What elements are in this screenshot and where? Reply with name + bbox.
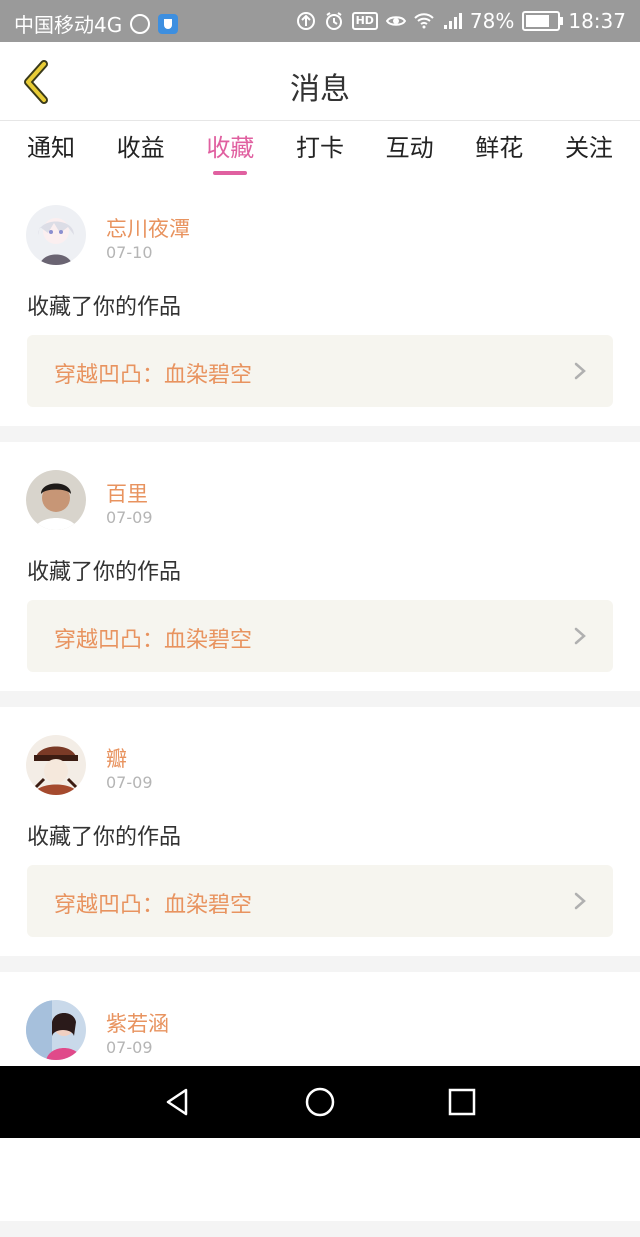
tab-interaction[interactable]: 互动 [371,121,449,177]
chevron-right-icon [574,362,586,380]
eye-icon [385,16,406,26]
back-triangle-icon[interactable] [162,1086,194,1118]
tab-earnings[interactable]: 收益 [102,121,180,177]
battery-icon [522,11,564,31]
data-saver-icon [296,12,315,30]
list-item: 瓣 07-09 收藏了你的作品 穿越凹凸：血染碧空 [0,707,640,956]
alarm-icon [325,12,342,30]
signal-icon [443,13,462,29]
action-text: 收藏了你的作品 [27,295,182,320]
tab-following[interactable]: 关注 [550,121,628,177]
tab-checkin[interactable]: 打卡 [281,121,359,177]
user-name[interactable]: 紫若涵 [106,1008,169,1038]
work-link[interactable]: 穿越凹凸：血染碧空 [27,865,613,937]
timestamp: 07-09 [106,508,153,527]
hd-icon: HD [351,12,378,30]
timestamp: 07-09 [106,773,153,792]
recents-square-icon[interactable] [446,1086,478,1118]
timestamp: 07-10 [106,243,153,262]
avatar[interactable] [26,470,86,530]
work-title: 穿越凹凸：血染碧空 [54,893,253,918]
work-title: 穿越凹凸：血染碧空 [54,628,253,653]
action-text: 收藏了你的作品 [27,560,182,585]
user-name[interactable]: 忘川夜潭 [106,213,190,243]
list-item: 忘川夜潭 07-10 收藏了你的作品 穿越凹凸：血染碧空 [0,177,640,426]
tab-bar: 通知 收益 收藏 打卡 互动 鲜花 关注 [0,121,640,177]
system-nav-bar [0,1066,640,1138]
wifi-icon [414,13,434,29]
timestamp: 07-09 [106,1038,153,1057]
chevron-right-icon [574,892,586,910]
globe-icon [130,13,151,34]
work-title: 穿越凹凸：血染碧空 [54,363,253,388]
shield-icon [158,13,179,34]
tab-notifications[interactable]: 通知 [12,121,90,177]
status-bar: 中国移动4G HD 78% 18:37 [0,0,640,42]
clock: 18:37 [568,9,626,33]
header: 消息 [0,42,640,121]
work-link[interactable]: 穿越凹凸：血染碧空 [27,600,613,672]
action-text: 收藏了你的作品 [27,825,182,850]
work-link[interactable]: 穿越凹凸：血染碧空 [27,335,613,407]
avatar[interactable] [26,735,86,795]
avatar[interactable] [26,1000,86,1060]
user-name[interactable]: 百里 [106,478,148,508]
list-item: 百里 07-09 收藏了你的作品 穿越凹凸：血染碧空 [0,442,640,691]
page-title: 消息 [290,72,350,107]
tab-flowers[interactable]: 鲜花 [460,121,538,177]
tab-favorites[interactable]: 收藏 [191,121,269,177]
chevron-right-icon [574,627,586,645]
home-circle-icon[interactable] [304,1086,336,1118]
user-name[interactable]: 瓣 [106,743,127,773]
carrier-label: 中国移动4G [14,13,123,37]
battery-percent: 78% [469,9,515,33]
active-tab-indicator [213,171,248,175]
avatar[interactable] [26,205,86,265]
